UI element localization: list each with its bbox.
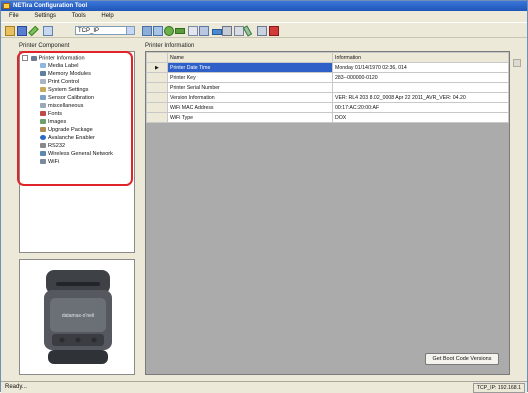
highlight-outline bbox=[17, 51, 133, 186]
get-boot-code-versions-button[interactable]: Get Boot Code Versions bbox=[425, 353, 499, 365]
row-pointer-icon: ▶ bbox=[146, 62, 168, 73]
row-info[interactable]: Monday 01/14/1970 02:36, 014 bbox=[332, 62, 509, 73]
download-icon[interactable] bbox=[212, 29, 222, 35]
row-info[interactable] bbox=[332, 82, 509, 93]
connection-value: TCP_IP bbox=[78, 28, 100, 34]
chevron-down-icon[interactable] bbox=[126, 27, 134, 34]
printer-information-label: Printer Information bbox=[145, 43, 195, 49]
row-selector bbox=[146, 102, 168, 113]
table-row[interactable]: Version Information VER: RL4 203 8.02_00… bbox=[146, 92, 509, 103]
table-row[interactable]: Printer Serial Number bbox=[146, 82, 509, 93]
refresh-icon[interactable] bbox=[164, 26, 174, 36]
save-icon[interactable] bbox=[17, 26, 27, 36]
title-bar: NETira Configuration Tool bbox=[1, 1, 527, 11]
menu-help[interactable]: Help bbox=[101, 13, 113, 19]
arrow-right-icon[interactable] bbox=[175, 28, 185, 34]
app-icon bbox=[3, 3, 10, 9]
menu-settings[interactable]: Settings bbox=[34, 13, 56, 19]
row-name: Version Information bbox=[167, 92, 333, 103]
printer-icon[interactable] bbox=[43, 26, 53, 36]
open-folder-icon[interactable] bbox=[5, 26, 15, 36]
stop-icon[interactable] bbox=[269, 26, 279, 36]
scroll-button[interactable] bbox=[513, 59, 521, 67]
row-info[interactable]: 283--000000-0120 bbox=[332, 72, 509, 83]
row-selector bbox=[146, 92, 168, 103]
table-row[interactable]: WiFi MAC Address 00:17:AC:20:00:AF bbox=[146, 102, 509, 113]
row-selector bbox=[146, 72, 168, 83]
connect-icon[interactable] bbox=[28, 25, 39, 37]
row-info[interactable]: VER: RL4 203 8.02_0008 Apr 22 2011_AVR_V… bbox=[332, 92, 509, 103]
upload-icon[interactable] bbox=[222, 26, 232, 36]
settings-icon[interactable] bbox=[188, 26, 198, 36]
row-selector bbox=[146, 82, 168, 93]
chart-icon[interactable] bbox=[257, 26, 267, 36]
column-header-information[interactable]: Information bbox=[332, 52, 509, 63]
application-window: NETira Configuration Tool File Settings … bbox=[0, 0, 528, 393]
row-selector bbox=[146, 112, 168, 123]
row-name: Printer Date Time bbox=[167, 62, 333, 73]
information-table: Name Information ▶ Printer Date Time Mon… bbox=[146, 52, 509, 123]
row-selector-header bbox=[146, 52, 168, 63]
toolbar: TCP_IP bbox=[1, 22, 527, 38]
menu-tools[interactable]: Tools bbox=[72, 13, 86, 19]
information-grid[interactable]: Name Information ▶ Printer Date Time Mon… bbox=[145, 51, 510, 375]
table-row[interactable]: WiFi Type DOX bbox=[146, 112, 509, 123]
row-name: WiFi Type bbox=[167, 112, 333, 123]
config-icon[interactable] bbox=[199, 26, 209, 36]
printer-component-label: Printer Component bbox=[19, 43, 70, 49]
row-name: Printer Serial Number bbox=[167, 82, 333, 93]
printer-image-panel: datamax-o'neil bbox=[19, 259, 135, 375]
grid-icon[interactable] bbox=[142, 26, 152, 36]
list-icon[interactable] bbox=[153, 26, 163, 36]
connection-select[interactable]: TCP_IP bbox=[75, 26, 135, 35]
table-row[interactable]: ▶ Printer Date Time Monday 01/14/1970 02… bbox=[146, 62, 509, 73]
row-name: Printer Key bbox=[167, 72, 333, 83]
brand-logo: datamax-o'neil bbox=[62, 313, 94, 319]
column-header-name[interactable]: Name bbox=[167, 52, 333, 63]
table-header: Name Information bbox=[146, 52, 509, 63]
edit-icon[interactable] bbox=[242, 25, 253, 37]
window-title: NETira Configuration Tool bbox=[13, 3, 88, 9]
row-info[interactable]: 00:17:AC:20:00:AF bbox=[332, 102, 509, 113]
row-info[interactable]: DOX bbox=[332, 112, 509, 123]
table-row[interactable]: Printer Key 283--000000-0120 bbox=[146, 72, 509, 83]
menu-bar: File Settings Tools Help bbox=[1, 11, 527, 22]
status-text: Ready... bbox=[5, 384, 27, 390]
menu-file[interactable]: File bbox=[9, 13, 19, 19]
status-bar: Ready... TCP_IP: 192.168.1 bbox=[1, 381, 527, 393]
printer-image: datamax-o'neil bbox=[44, 270, 112, 364]
row-name: WiFi MAC Address bbox=[167, 102, 333, 113]
